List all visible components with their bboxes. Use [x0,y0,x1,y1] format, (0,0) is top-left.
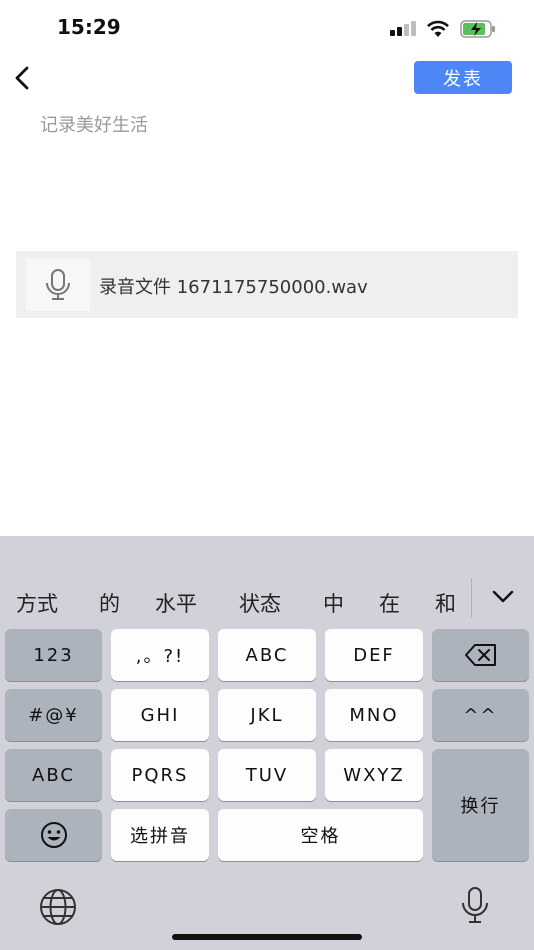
candidate-word[interactable]: 水平 [155,588,197,618]
key-abc-switch[interactable]: ABC [5,749,102,801]
status-time: 15:29 [57,15,121,39]
wifi-icon [427,20,449,37]
key-wxyz[interactable]: WXYZ [325,749,423,801]
key-symbols[interactable]: #@¥ [5,689,102,741]
key-mno[interactable]: MNO [325,689,423,741]
candidate-word[interactable]: 方式 [16,588,58,618]
chevron-down-icon[interactable] [490,586,516,608]
key-ghi[interactable]: GHI [111,689,209,741]
candidate-word[interactable]: 在 [379,588,400,618]
key-def[interactable]: DEF [325,629,423,681]
key-pqrs[interactable]: PQRS [111,749,209,801]
key-tuv[interactable]: TUV [218,749,316,801]
back-chevron-icon[interactable] [8,62,40,94]
home-indicator[interactable] [172,934,362,940]
attachment-thumbnail [26,258,90,311]
candidate-word[interactable]: 和 [435,588,456,618]
candidate-divider [471,578,472,618]
publish-button[interactable]: 发表 [414,61,512,94]
key-punctuation[interactable]: ,。?! [111,629,209,681]
battery-charging-icon [460,20,495,38]
post-text-placeholder[interactable]: 记录美好生活 [40,111,148,137]
key-emoticon[interactable]: ^^ [432,689,529,741]
candidate-word[interactable]: 的 [99,588,120,618]
key-space[interactable]: 空格 [218,809,423,861]
candidate-word[interactable]: 中 [323,588,344,618]
microphone-icon [46,269,70,300]
globe-icon[interactable] [38,887,78,927]
key-enter[interactable]: 换行 [432,749,529,861]
key-jkl[interactable]: JKL [218,689,316,741]
candidate-word[interactable]: 状态 [239,588,281,618]
key-emoji[interactable] [5,809,102,861]
cellular-signal-icon [390,21,416,36]
key-numbers[interactable]: 123 [5,629,102,681]
dictation-microphone-icon[interactable] [460,886,490,926]
emoji-icon [40,822,67,848]
key-backspace[interactable] [432,629,529,681]
attachment-file-name: 录音文件 1671175750000.wav [99,277,368,298]
key-abc[interactable]: ABC [218,629,316,681]
backspace-icon [464,644,496,666]
key-select-pinyin[interactable]: 选拼音 [111,809,209,861]
